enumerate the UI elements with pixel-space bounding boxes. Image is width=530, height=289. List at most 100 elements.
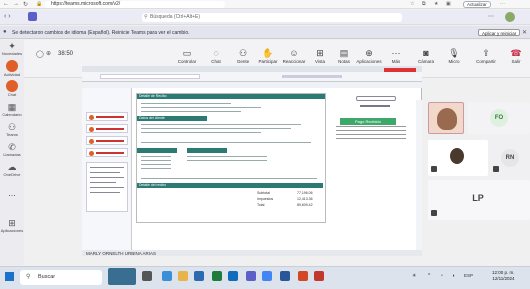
- rail-item-calls[interactable]: ✆ Llamadas: [0, 142, 24, 157]
- toolbar-raise-hand-button[interactable]: ✋ Participar: [254, 48, 282, 64]
- search-input[interactable]: ⚲ Búsqueda (Ctrl+Alt+E): [142, 13, 402, 22]
- start-icon[interactable]: [5, 272, 14, 281]
- presenter-name: MARLY ORNELTH URBINA ARIAS: [86, 251, 157, 256]
- rail-item-more[interactable]: ...: [0, 188, 24, 198]
- taskbar-widget-icon[interactable]: [108, 268, 136, 285]
- toolbar-react-button[interactable]: ☺ Reaccionar: [280, 48, 308, 64]
- rail-item-activity[interactable]: Actividad: [0, 60, 24, 77]
- toolbar-share-button[interactable]: ⇪ Compartir: [472, 48, 500, 64]
- toolbar-camera-button[interactable]: ◙ Cámara: [412, 48, 440, 64]
- toolbar-chat-button[interactable]: ◌ Chat: [202, 48, 230, 64]
- shared-scroll-rail: [416, 100, 422, 250]
- apply-restart-button[interactable]: Aplicar y reiniciar: [478, 29, 521, 36]
- banner-text: Se detectaron cambios de idioma (Español…: [12, 30, 190, 36]
- share-icon: ⇪: [482, 48, 490, 58]
- mic-off-icon: [493, 166, 499, 172]
- task-view-icon[interactable]: [142, 271, 152, 281]
- toolbar-more-button[interactable]: ⋯ Más: [382, 48, 410, 64]
- word-icon[interactable]: [280, 271, 290, 281]
- toolbar-leave-label[interactable]: ☎ Salir: [502, 48, 530, 64]
- rail-item-teams[interactable]: ⚇ Teams: [0, 122, 24, 137]
- nav-arrows-icon[interactable]: ‹ ›: [4, 13, 11, 20]
- extensions-icon[interactable]: ⧉: [422, 1, 426, 7]
- participant-tile-lp[interactable]: LP: [428, 180, 530, 220]
- store-icon[interactable]: [194, 271, 204, 281]
- settings-more-icon[interactable]: ⋯: [488, 13, 494, 20]
- info-icon: ●: [3, 29, 7, 35]
- forward-icon[interactable]: →: [13, 1, 19, 7]
- tray-arrow-icon[interactable]: ^: [428, 273, 430, 279]
- taskbar-search-input[interactable]: ⚲ Buscar: [20, 270, 102, 285]
- more-icon: ...: [8, 188, 16, 198]
- wifi-icon[interactable]: ◔: [440, 273, 443, 279]
- edge-icon[interactable]: [162, 271, 172, 281]
- meeting-status-icon: ◯: [36, 51, 44, 58]
- toolbar-people-button[interactable]: ⚇ Gente: [229, 48, 257, 64]
- more-icon: ⋯: [391, 48, 401, 58]
- mic-off-icon: [431, 166, 437, 172]
- shared-side-item: [86, 124, 128, 133]
- chat-icon: ◌: [213, 48, 219, 58]
- outlook-icon[interactable]: [228, 271, 238, 281]
- toolbar-apps-button[interactable]: ⊕ Aplicaciones: [355, 48, 383, 64]
- back-icon[interactable]: ←: [3, 1, 9, 7]
- shared-menu-bar: [82, 82, 422, 88]
- avatar-fo: FO: [490, 109, 508, 127]
- tax-label: Impuestos: [257, 197, 274, 201]
- file-explorer-icon[interactable]: [178, 271, 188, 281]
- update-browser-button[interactable]: Actualizar: [463, 1, 491, 8]
- favorites-icon[interactable]: ★: [434, 1, 438, 7]
- lock-icon: 🔒: [36, 1, 43, 7]
- rail-item-onedrive[interactable]: ☁ OneDrive: [0, 162, 24, 177]
- doc-header: Detalle de Recibo: [137, 94, 325, 99]
- avatar-rn: RN: [501, 149, 519, 167]
- powerpoint-icon[interactable]: [298, 271, 308, 281]
- collections-icon[interactable]: ▣: [446, 1, 451, 7]
- participant-tile-fo[interactable]: FO: [468, 102, 530, 134]
- toolbar-mic-button[interactable]: 🎙 Micro: [440, 48, 468, 64]
- clock-date: 12/11/2024: [492, 276, 515, 281]
- subtotal-value: 77,196.06: [297, 191, 313, 195]
- bell-icon: [6, 60, 18, 72]
- avatar-lp: LP: [472, 193, 484, 203]
- rail-item-calendar[interactable]: ▦ Calendario: [0, 102, 24, 117]
- search-icon: ⚲: [26, 274, 31, 280]
- subtotal-label: Subtotal: [257, 191, 270, 195]
- search-icon: ⚲: [144, 14, 148, 20]
- chrome-icon[interactable]: [262, 271, 272, 281]
- whiteboard-icon: ▭: [182, 48, 192, 58]
- apps-icon: ⊞: [8, 218, 16, 228]
- star-icon[interactable]: ☆: [410, 1, 414, 7]
- participant-tile-photo[interactable]: [428, 140, 488, 176]
- taskbar-clock[interactable]: 12:00 p. m. 12/11/2024: [492, 270, 515, 282]
- profile-avatar[interactable]: [505, 12, 515, 22]
- shared-browser-toolbar: [82, 72, 422, 82]
- browser-menu-icon[interactable]: ⋯: [500, 1, 505, 7]
- rail-item-chat[interactable]: Chat: [0, 80, 24, 97]
- rail-item-apps[interactable]: ⊞ Aplicaciones: [0, 218, 24, 233]
- react-icon: ☺: [289, 48, 299, 58]
- teams-logo-icon: [28, 12, 37, 21]
- participant-video-tile[interactable]: [428, 102, 464, 134]
- excel-icon[interactable]: [212, 271, 222, 281]
- rail-item-novedades[interactable]: ✦ Novedades: [0, 41, 24, 56]
- shared-side-item: [86, 148, 128, 157]
- volume-icon[interactable]: ◖: [452, 273, 455, 279]
- teams-icon[interactable]: [246, 271, 256, 281]
- chat-icon: [6, 80, 18, 92]
- toolbar-control-button[interactable]: ▭ Controlar: [173, 48, 201, 64]
- leave-icon: ☎: [510, 48, 522, 58]
- participant-tile-rn[interactable]: RN: [490, 140, 530, 176]
- shared-side-item: [86, 136, 128, 145]
- shared-side-item: [86, 112, 128, 121]
- call-icon: ✆: [8, 142, 16, 152]
- address-bar[interactable]: https://teams.microsoft.com/v2/: [45, 1, 225, 8]
- close-banner-icon[interactable]: ✕: [522, 29, 527, 36]
- notes-icon: ▤: [339, 48, 349, 58]
- language-indicator[interactable]: ESP: [464, 273, 473, 278]
- temperature-icon[interactable]: ☀: [412, 273, 416, 279]
- toolbar-notes-button[interactable]: ▤ Notas: [330, 48, 358, 64]
- acrobat-icon[interactable]: [314, 271, 324, 281]
- reload-icon[interactable]: ↻: [23, 1, 28, 8]
- raise-hand-icon: ✋: [262, 48, 274, 58]
